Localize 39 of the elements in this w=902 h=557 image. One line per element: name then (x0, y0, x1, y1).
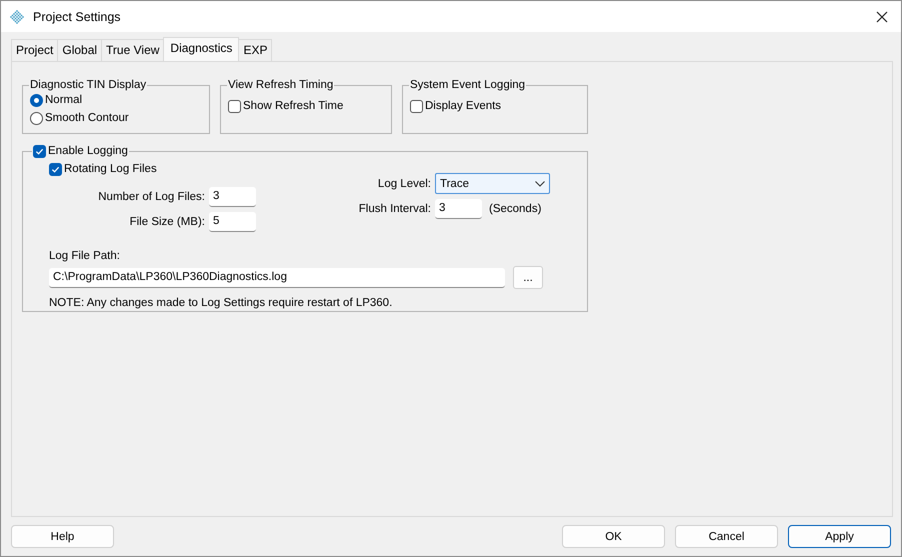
dialog-button[interactable]: Help (11, 525, 114, 548)
unit-label: (Seconds) (489, 202, 542, 214)
dropdown[interactable]: Trace (435, 173, 550, 194)
radio-button[interactable] (30, 94, 43, 106)
dialog-button[interactable]: Cancel (675, 525, 778, 548)
path-field[interactable]: C:\ProgramData\LP360\LP360Diagnostics.log (49, 268, 505, 288)
field-label: Log Level: (376, 178, 431, 190)
browse-button[interactable]: ... (513, 266, 543, 289)
checkbox[interactable] (33, 144, 46, 158)
checkbox[interactable] (410, 100, 423, 112)
dialog-button[interactable]: Apply (788, 525, 891, 548)
dialog-button[interactable]: OK (562, 525, 665, 548)
radio-label[interactable]: Smooth Contour (45, 112, 129, 124)
radio-button[interactable] (30, 112, 43, 124)
checkbox-label[interactable]: Show Refresh Time (243, 100, 344, 112)
tab[interactable]: EXP (238, 39, 272, 61)
group-title: Diagnostic TIN Display (29, 79, 148, 91)
field-label: Number of Log Files: (98, 190, 205, 202)
checkbox-label[interactable]: Enable Logging (48, 145, 128, 157)
field-label: File Size (MB): (130, 216, 205, 228)
note-text: NOTE: Any changes made to Log Settings require restart of LP360. (49, 297, 394, 309)
close-icon[interactable] (875, 10, 889, 24)
checkbox-label[interactable]: Display Events (425, 100, 502, 112)
checkbox[interactable] (49, 162, 62, 176)
group-title: System Event Logging (409, 79, 526, 91)
checkbox-label[interactable]: Rotating Log Files (64, 163, 157, 175)
number-field[interactable]: 5 (209, 212, 256, 232)
number-field[interactable]: 3 (209, 186, 256, 206)
checkbox[interactable] (228, 100, 241, 112)
tab[interactable]: Diagnostics (163, 37, 240, 61)
caret-icon (535, 180, 545, 186)
group-title: View Refresh Timing (227, 79, 334, 91)
tab[interactable]: Project (11, 39, 58, 61)
window-title: Project Settings (33, 10, 122, 24)
app-logo-icon (9, 8, 25, 24)
number-field[interactable]: 3 (435, 198, 482, 218)
radio-label[interactable]: Normal (45, 94, 82, 106)
field-label: Flush Interval: (358, 202, 431, 214)
field-label: Log File Path: (49, 250, 121, 262)
